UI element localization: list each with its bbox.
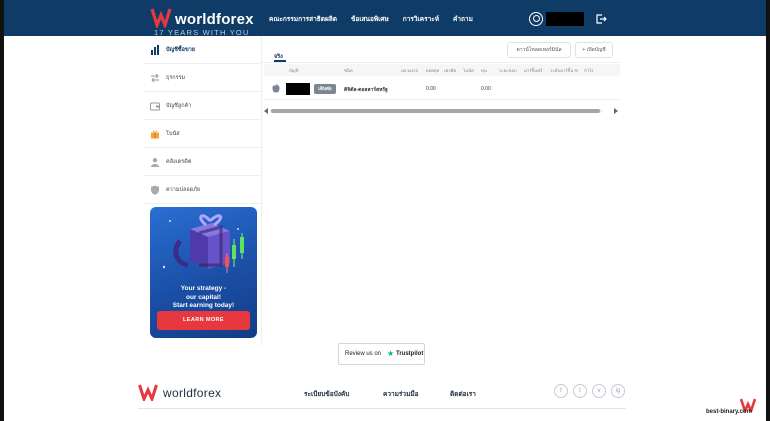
transfer-icon — [151, 73, 159, 82]
redacted-user-name[interactable] — [546, 12, 584, 26]
horizontal-scrollbar[interactable] — [270, 109, 602, 113]
account-equity: 0.00 — [481, 86, 491, 92]
divider — [262, 62, 620, 63]
column-header-margin-level: ระดับมาร์จิ้น % — [550, 68, 579, 73]
apple-icon — [272, 84, 280, 93]
footer-link-contact[interactable]: ติดต่อเรา — [450, 389, 476, 399]
footer-link-partnership[interactable]: ความร่วมมือ — [383, 389, 419, 399]
column-header-credit: เครดิต — [444, 68, 457, 73]
sidebar-item-label: บัญชีซื้อขาย — [166, 46, 196, 53]
gift-box-illustration — [162, 214, 244, 273]
column-header-free-margin: มาร์จิ้นฟรี — [524, 68, 543, 73]
account-type: ดิจิตัล-ดอลลาร์สหรัฐ — [344, 87, 388, 93]
top-header: worldforex 17 YEARS WITH YOU คณะกรรมการส… — [4, 0, 766, 37]
download-terminal-button[interactable]: ดาวน์โหลดเทอร์มินัล — [507, 42, 571, 58]
promo-line-2: our capital! — [185, 293, 222, 301]
footer-divider — [138, 408, 626, 409]
brand-logo[interactable]: worldforex 17 YEARS WITH YOU — [150, 6, 260, 37]
footer-logo-icon — [138, 384, 158, 401]
nav-item-faq[interactable]: คำถาม — [453, 14, 473, 24]
trustpilot-review-button[interactable]: Review us on ★ Trustpilot — [338, 343, 425, 365]
watermark-text: best-binary.com — [706, 409, 752, 415]
accounts-table-header: บัญชี ชนิด เลเวอเรจ ยอดดุล เครดิต โบนัส … — [264, 64, 620, 76]
top-navigation: คณะกรรมการสาธิตผลิต ข้อเสนอพิเศษ การวิเค… — [269, 14, 473, 24]
facebook-icon[interactable]: f — [554, 384, 568, 398]
open-account-button[interactable]: + เปิดบัญชี — [575, 42, 613, 58]
redacted-account-id[interactable] — [286, 83, 310, 95]
column-header-account: บัญชี — [289, 68, 299, 73]
promo-line-1: Your strategy - — [180, 285, 227, 292]
sidebar-item-label: ธุรกรรม — [166, 74, 186, 81]
sidebar-item-label: โบนัส — [166, 130, 180, 137]
trustpilot-brand: Trustpilot — [396, 351, 424, 357]
scroll-left-arrow-icon[interactable] — [264, 108, 268, 114]
nav-item-analysis[interactable]: การวิเคราะห์ — [403, 14, 439, 24]
twitter-icon[interactable]: t — [573, 384, 587, 398]
column-header-margin: ระยะขอบ — [499, 68, 517, 73]
column-header-equity: ทุน — [481, 68, 487, 73]
sidebar-item-label: บัญชีลูกค้า — [166, 102, 192, 109]
window-edge-right — [766, 0, 770, 421]
sidebar-item-trading-accounts[interactable]: บัญชีซื้อขาย — [144, 36, 262, 64]
nav-item-demo-committee[interactable]: คณะกรรมการสาธิตผลิต — [269, 14, 337, 24]
instagram-icon[interactable]: ig — [611, 384, 625, 398]
vk-icon[interactable]: v — [592, 384, 606, 398]
sidebar-item-bonus[interactable]: โบนัส — [144, 120, 262, 148]
sidebar-item-transactions[interactable]: ธุรกรรม — [144, 64, 262, 92]
window-edge-left — [0, 0, 4, 421]
promo-text: Your strategy - our capital! Start earni… — [150, 285, 257, 311]
promo-banner[interactable]: Your strategy - our capital! Start earni… — [150, 207, 257, 338]
wallet-icon — [150, 102, 160, 110]
trustpilot-label: Review us on — [345, 351, 382, 357]
column-header-bonus: โบนัส — [463, 68, 474, 73]
worldforex-logo-icon — [150, 8, 172, 28]
learn-more-button[interactable]: LEARN MORE — [157, 311, 250, 330]
account-tabs: จริง — [274, 45, 286, 63]
shield-icon — [151, 185, 159, 195]
sidebar-item-credit-vault[interactable]: คลังเครดิต — [144, 148, 262, 176]
footer-link-regulations[interactable]: ระเบียบข้อบังคับ — [304, 389, 349, 399]
promo-line-3: Start earning today! — [172, 302, 235, 309]
column-header-profit: กำไร — [584, 68, 594, 73]
user-avatar-icon[interactable] — [529, 12, 543, 26]
logout-icon[interactable] — [595, 13, 607, 25]
page: worldforex 17 YEARS WITH YOU คณะกรรมการส… — [0, 0, 770, 421]
sidebar-item-client-accounts[interactable]: บัญชีลูกค้า — [144, 92, 262, 120]
star-icon: ★ — [387, 349, 395, 358]
scrollbar-thumb[interactable] — [271, 109, 600, 113]
column-header-type: ชนิด — [344, 68, 353, 73]
sidebar-item-label: ความปลอดภัย — [166, 186, 201, 193]
sidebar-item-security[interactable]: ความปลอดภัย — [144, 176, 262, 204]
column-header-balance: ยอดดุล — [426, 68, 440, 73]
scroll-right-arrow-icon[interactable] — [614, 108, 618, 114]
table-row[interactable]: เดินต่อ ดิจิตัล-ดอลลาร์สหรัฐ 0.00 0.00 — [264, 78, 620, 100]
status-badge: เดินต่อ — [314, 84, 336, 94]
user-icon — [151, 157, 159, 167]
watermark: best-binary.com — [706, 398, 768, 418]
gift-icon — [151, 130, 159, 138]
account-balance: 0.00 — [426, 86, 436, 92]
brand-name: worldforex — [175, 11, 254, 28]
sidebar-item-label: คลังเครดิต — [166, 158, 192, 165]
column-header-leverage: เลเวอเรจ — [401, 68, 418, 73]
footer-brand-name[interactable]: worldforex — [163, 386, 221, 400]
nav-item-special-offers[interactable]: ข้อเสนอพิเศษ — [351, 14, 389, 24]
bar-chart-icon — [151, 44, 159, 55]
